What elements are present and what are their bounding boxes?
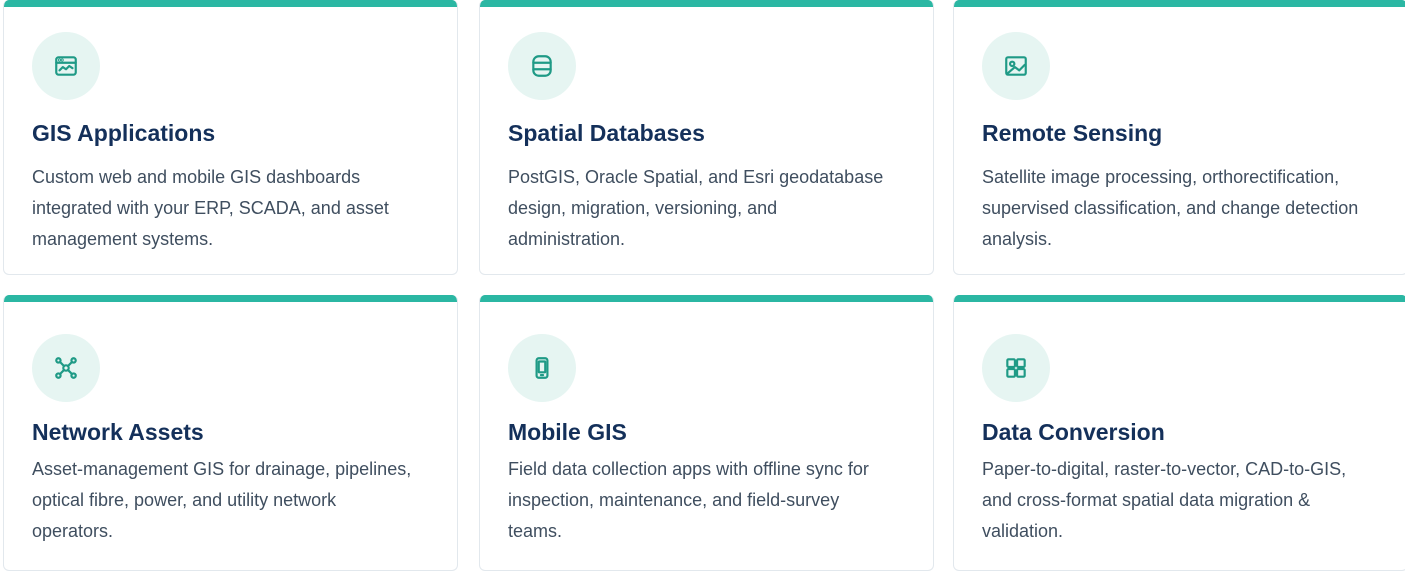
service-icon-badge (32, 32, 100, 100)
service-description: Paper-to-digital, raster-to-vector, CAD-… (982, 459, 1347, 541)
service-icon-badge (32, 334, 100, 402)
services-grid: GIS Applications Custom web and mobile G… (0, 0, 1405, 571)
service-title: Data Conversion (982, 419, 1165, 445)
service-icon-badge (982, 32, 1050, 100)
service-icon-badge (508, 32, 576, 100)
database-icon (532, 55, 552, 77)
service-title: Remote Sensing (982, 120, 1163, 146)
service-title: Spatial Databases (508, 120, 705, 146)
service-title: GIS Applications (32, 120, 216, 146)
service-description: Custom web and mobile GIS dashboards int… (32, 167, 389, 249)
image-icon (1005, 56, 1027, 76)
service-card-data-conversion[interactable]: Data Conversion Paper-to-digital, raster… (953, 295, 1405, 571)
service-description: Satellite image processing, orthorectifi… (982, 167, 1359, 249)
service-card-spatial-databases[interactable]: Spatial Databases PostGIS, Oracle Spatia… (479, 0, 934, 275)
service-description: PostGIS, Oracle Spatial, and Esri geodat… (508, 167, 884, 249)
mobile-icon (535, 357, 549, 379)
browser-chart-icon (55, 56, 77, 76)
service-card-remote-sensing[interactable]: Remote Sensing Satellite image processin… (953, 0, 1405, 275)
network-icon (55, 357, 77, 379)
service-icon-badge (982, 334, 1050, 402)
service-description: Asset-management GIS for drainage, pipel… (32, 459, 412, 541)
service-card-mobile-gis[interactable]: Mobile GIS Field data collection apps wi… (479, 295, 934, 571)
service-card-network-assets[interactable]: Network Assets Asset-management GIS for … (3, 295, 458, 571)
service-icon-badge (508, 334, 576, 402)
service-title: Network Assets (32, 419, 204, 445)
service-card-gis-applications[interactable]: GIS Applications Custom web and mobile G… (3, 0, 458, 275)
service-title: Mobile GIS (508, 419, 627, 445)
grid-icon (1006, 358, 1026, 378)
service-description: Field data collection apps with offline … (508, 459, 869, 541)
